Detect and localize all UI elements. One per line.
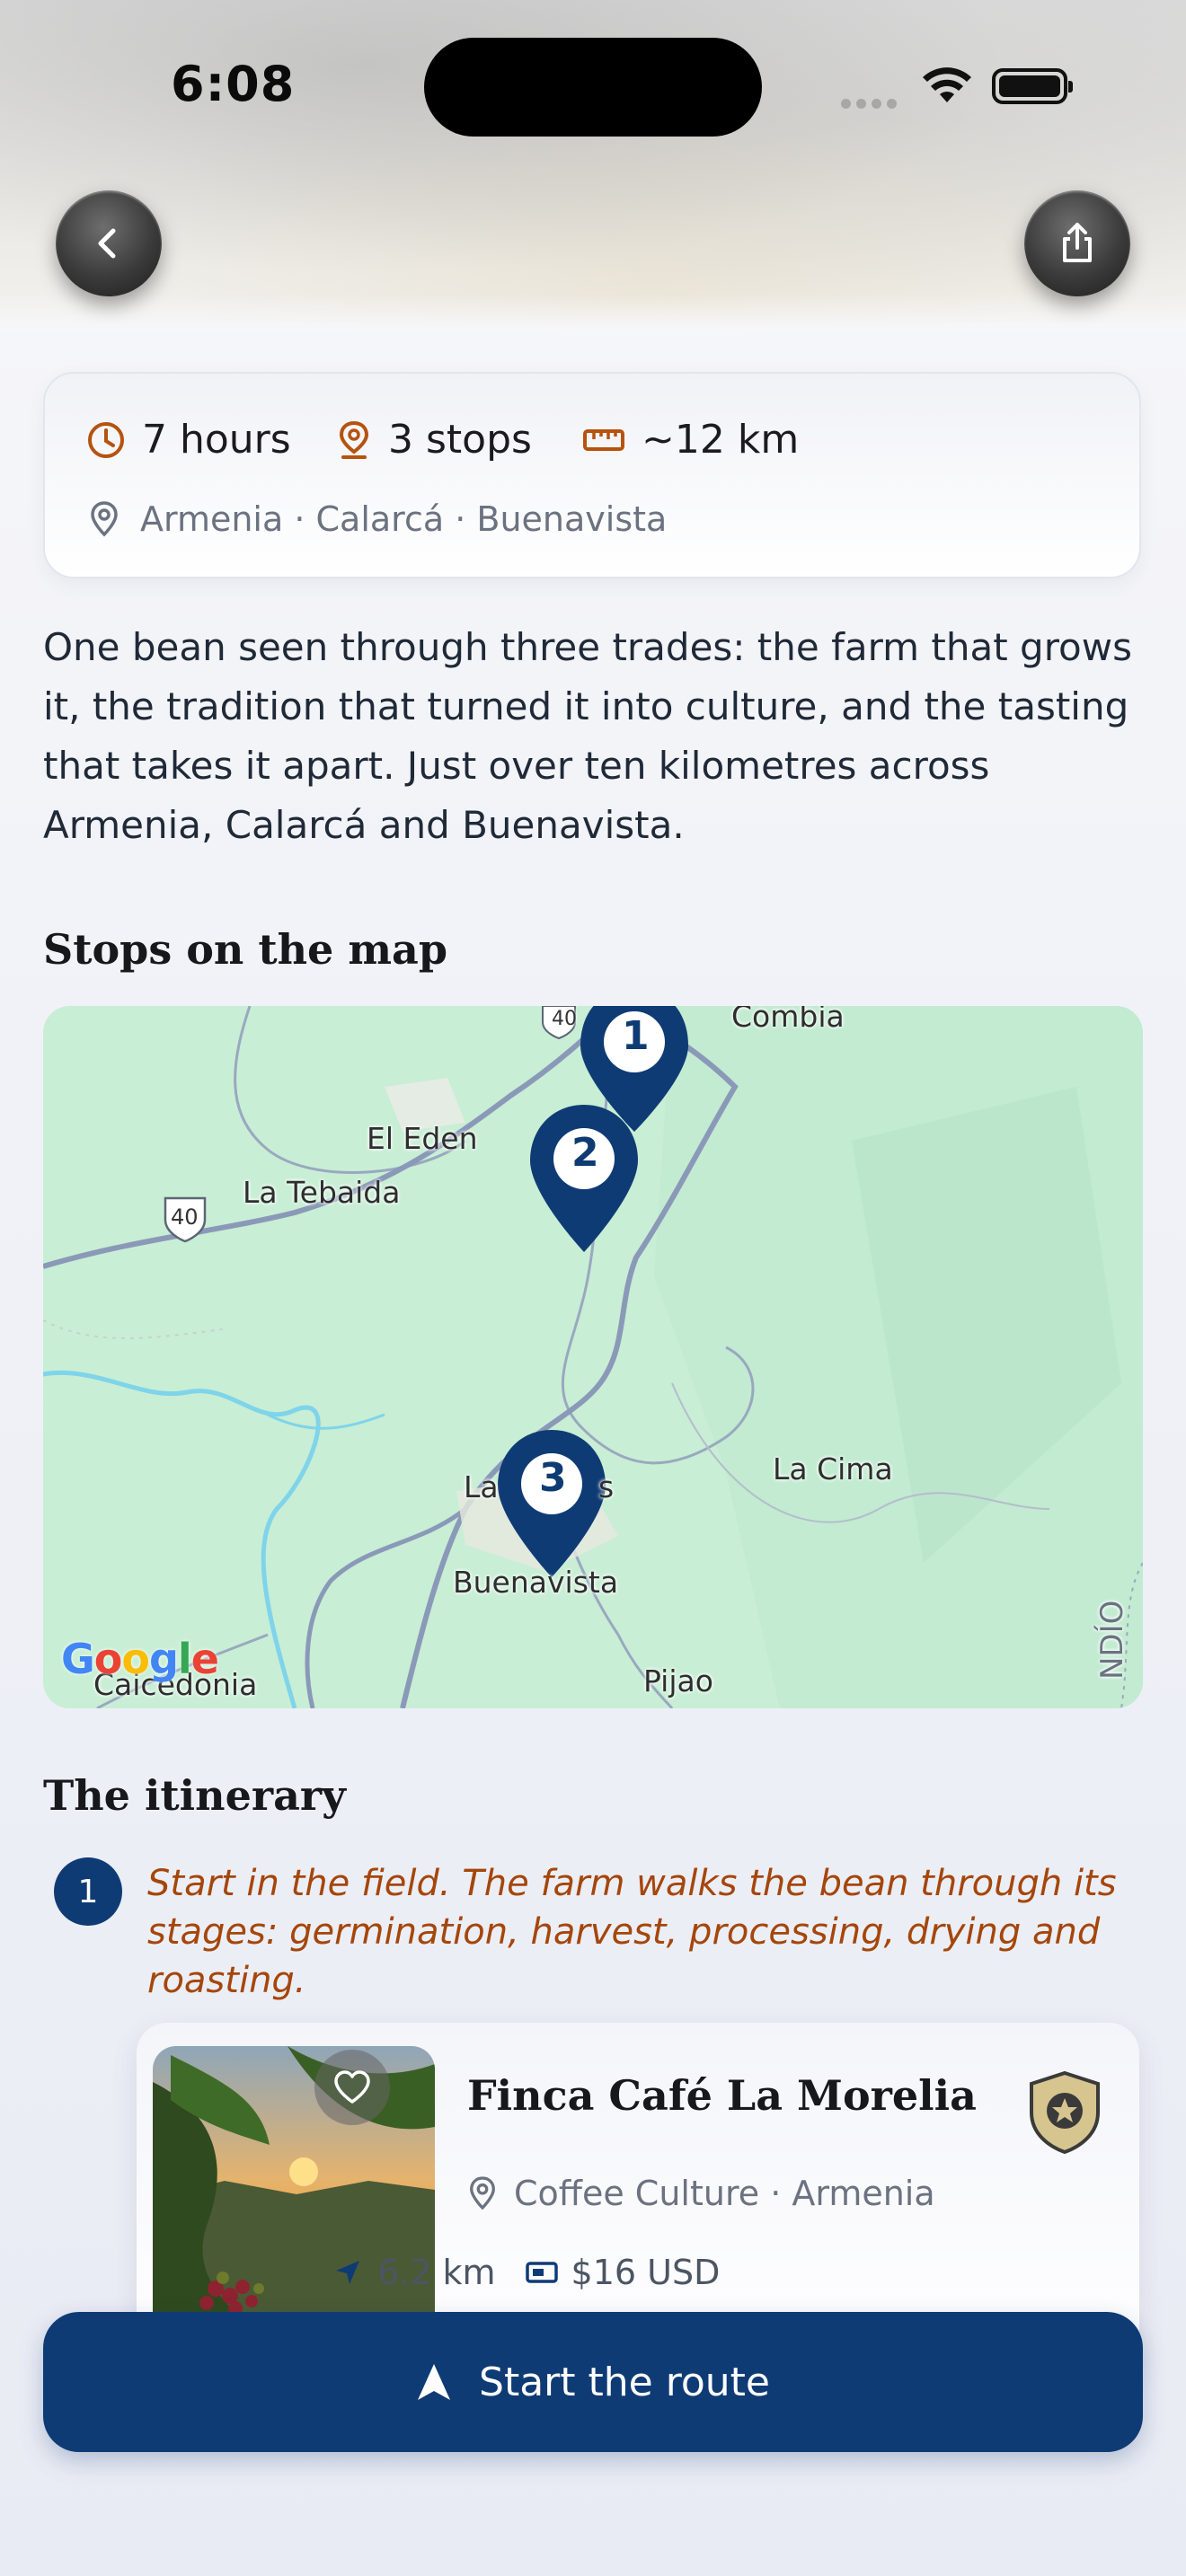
itinerary-title: The itinerary: [43, 1771, 346, 1820]
start-route-button[interactable]: Start the route: [43, 2312, 1143, 2452]
share-button[interactable]: [1024, 190, 1130, 296]
place-name: Finca Café La Morelia: [467, 2071, 977, 2120]
start-route-label: Start the route: [479, 2359, 770, 2405]
distance-text: ~12 km: [642, 417, 800, 463]
place-photo: [153, 2046, 435, 2342]
cash-icon: [525, 2262, 558, 2283]
places-row: Armenia · Calarcá · Buenavista: [88, 499, 667, 539]
map-label-el-eden: El Eden: [367, 1121, 478, 1156]
route-40-label-north: 40: [552, 1008, 577, 1030]
map-pin-3-number: 3: [539, 1455, 567, 1501]
route-map[interactable]: 40 40 Combia El Eden La Tebaida La Cima …: [43, 1006, 1143, 1708]
map-label-las-end: s: [598, 1469, 615, 1504]
ruler-icon: [583, 428, 624, 451]
route-description: One bean seen through three trades: the …: [43, 625, 1132, 847]
map-section-title: Stops on the map: [43, 925, 447, 974]
map-label-la-cima: La Cima: [773, 1451, 893, 1486]
dynamic-island: [424, 38, 762, 137]
badge-star-icon: [1030, 2070, 1100, 2155]
map-label-combia: Combia: [731, 1006, 845, 1034]
wifi-icon: [923, 67, 971, 102]
status-time: 6:08: [171, 56, 296, 112]
map-pin-1-number: 1: [622, 1013, 650, 1059]
signal-icon: [841, 95, 902, 112]
map-pin-2-number: 2: [571, 1130, 599, 1176]
map-pin-icon: [339, 420, 369, 459]
location-icon: [91, 501, 118, 537]
step-number-badge: 1: [54, 1857, 122, 1926]
stops-text: 3 stops: [388, 417, 532, 463]
favorite-button[interactable]: [314, 2050, 390, 2125]
back-button[interactable]: [56, 190, 162, 296]
battery-icon: [992, 68, 1073, 104]
distance-stat: ~12 km: [582, 417, 799, 463]
map-label-quindio: NDÍO: [1094, 1600, 1130, 1680]
stops-stat: 3 stops: [336, 417, 532, 463]
places-text: Armenia · Calarcá · Buenavista: [140, 499, 668, 539]
location-icon: [470, 2176, 495, 2210]
map-label-las: La: [464, 1469, 499, 1504]
heart-icon: [334, 2070, 370, 2104]
place-category: Coffee Culture · Armenia: [514, 2174, 935, 2213]
duration-stat: 7 hours: [86, 417, 291, 463]
clock-icon: [88, 421, 124, 458]
map-label-pijao: Pijao: [643, 1663, 713, 1698]
navigation-arrow-icon: [336, 2261, 359, 2284]
place-distance: 6.2 km: [377, 2253, 496, 2292]
google-logo: Google: [61, 1635, 219, 1683]
status-icons: [841, 65, 1084, 110]
map-canvas: [43, 1006, 1143, 1708]
duration-text: 7 hours: [142, 417, 291, 463]
share-icon: [1063, 223, 1092, 262]
map-label-la-tebaida: La Tebaida: [243, 1175, 401, 1210]
route-40-label-west: 40: [171, 1204, 199, 1230]
navigation-icon: [418, 2364, 451, 2400]
place-category-row: Coffee Culture · Armenia: [467, 2174, 935, 2213]
chevron-left-icon: [98, 228, 116, 259]
route-summary-card: 7 hours 3 stops ~12 km Armenia · Calarcá…: [43, 372, 1141, 578]
place-price: $16 USD: [571, 2253, 721, 2292]
map-label-buenavista: Buenavista: [453, 1565, 619, 1600]
place-stats-row: 6.2 km $16 USD: [332, 2253, 720, 2292]
step-description: Start in the field. The farm walks the b…: [147, 1863, 1117, 2001]
